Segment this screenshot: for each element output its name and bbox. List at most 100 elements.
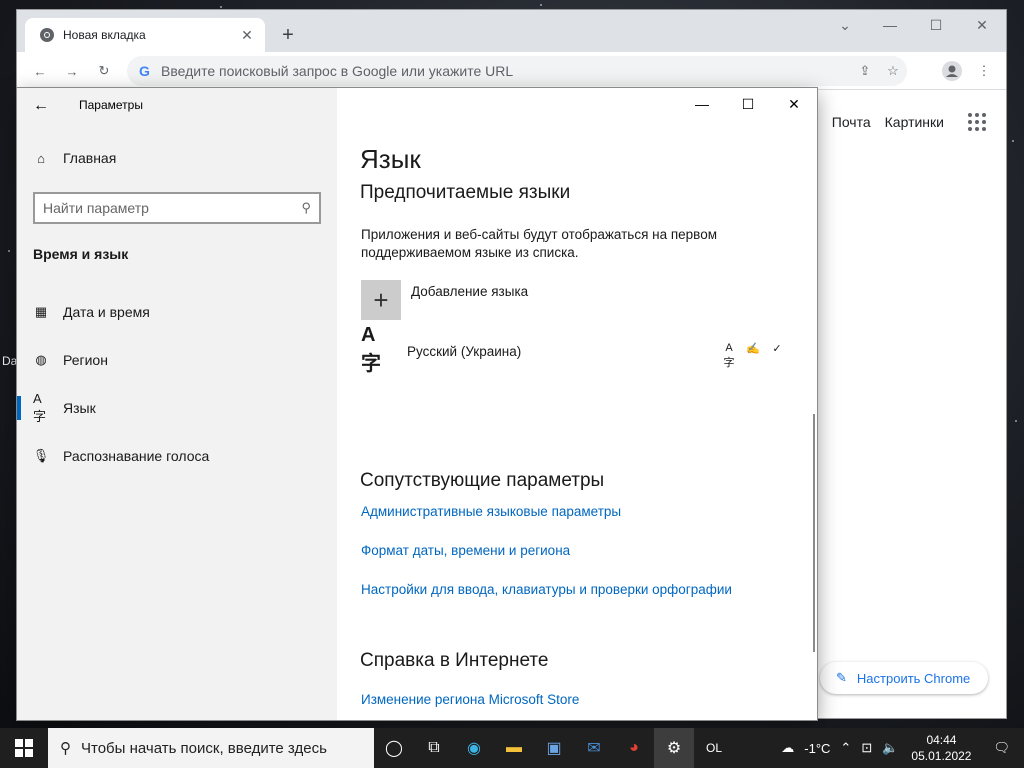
- app-title: Параметры: [79, 98, 143, 112]
- tab-close-icon[interactable]: ✕: [239, 27, 255, 43]
- tab-search-icon[interactable]: ⌄: [822, 10, 868, 40]
- svg-text:G: G: [139, 63, 150, 79]
- share-icon[interactable]: ⇪: [851, 57, 879, 85]
- store-region-link[interactable]: Изменение региона Microsoft Store: [361, 692, 579, 707]
- cortana-icon[interactable]: ◯: [374, 728, 414, 768]
- mail-link[interactable]: Почта: [832, 114, 871, 130]
- add-language-button[interactable]: + Добавление языка: [361, 280, 528, 320]
- handwriting-icon: ✍: [746, 343, 760, 355]
- weather-icon[interactable]: ☁: [776, 740, 799, 756]
- forward-icon[interactable]: →: [59, 58, 85, 84]
- images-link[interactable]: Картинки: [885, 114, 944, 130]
- preferred-languages-title: Предпочитаемые языки: [360, 182, 571, 203]
- scrollbar[interactable]: [813, 414, 815, 652]
- maximize-icon[interactable]: ☐: [913, 10, 959, 40]
- globe-icon: ◍: [35, 352, 47, 367]
- volume-muted-icon[interactable]: 🔈: [877, 740, 903, 756]
- settings-window: ← Параметры ⌂ Главная ⚲ Время и язык ▦ Д…: [17, 88, 817, 720]
- clock-calendar-icon: ▦: [34, 304, 48, 319]
- chrome-toolbar: ← → ↻ G Введите поисковый запрос в Googl…: [17, 52, 1006, 90]
- minimize-icon[interactable]: —: [679, 88, 725, 120]
- sidebar-nav-list: ▦ Дата и время ◍ Регион A字 Язык 🎙 Распоз…: [17, 288, 337, 480]
- omnibox-placeholder: Введите поисковый запрос в Google или ук…: [161, 63, 514, 79]
- language-icon: A字: [361, 324, 381, 375]
- apps-grid-icon[interactable]: [968, 113, 986, 131]
- search-input[interactable]: [43, 200, 302, 216]
- minimize-icon[interactable]: —: [867, 10, 913, 40]
- typing-keyboard-link[interactable]: Настройки для ввода, клавиатуры и провер…: [361, 582, 732, 597]
- settings-content: — ☐ ✕ Язык Предпочитаемые языки Приложен…: [337, 88, 817, 720]
- taskbar-search[interactable]: ⚲ Чтобы начать поиск, введите здесь: [48, 728, 374, 768]
- store-icon[interactable]: ▣: [534, 728, 574, 768]
- section-title: Время и язык: [33, 246, 129, 262]
- language-features: A字 ✍ ✓: [721, 342, 785, 370]
- taskbar: ⚲ Чтобы начать поиск, введите здесь ◯ ⧉ …: [0, 728, 1024, 768]
- search-icon: ⚲: [60, 740, 71, 757]
- omnibox[interactable]: G Введите поисковый запрос в Google или …: [127, 56, 907, 86]
- edge-icon[interactable]: ◉: [454, 728, 494, 768]
- microphone-icon: 🎙: [32, 448, 50, 463]
- page-title: Язык: [360, 144, 421, 174]
- chrome-tab[interactable]: Новая вкладка ✕: [25, 18, 265, 52]
- pencil-icon: ✎: [836, 670, 847, 685]
- chrome-icon[interactable]: ◕: [614, 728, 654, 768]
- notifications-icon[interactable]: 🗨: [979, 740, 1024, 756]
- settings-sidebar: ← Параметры ⌂ Главная ⚲ Время и язык ▦ Д…: [17, 88, 337, 720]
- windows-logo-icon: [15, 739, 33, 757]
- clock-time: 04:44: [926, 733, 957, 747]
- task-view-icon[interactable]: ⧉: [414, 728, 454, 768]
- sidebar-item-home[interactable]: ⌂ Главная: [33, 150, 116, 166]
- add-language-label: Добавление языка: [411, 284, 529, 299]
- close-icon[interactable]: ✕: [771, 88, 817, 120]
- network-icon[interactable]: ⊡: [856, 740, 877, 756]
- clock[interactable]: 04:44 05.01.2022: [903, 732, 979, 764]
- home-label: Главная: [63, 150, 117, 166]
- home-icon: ⌂: [37, 150, 45, 166]
- back-arrow-icon[interactable]: ←: [31, 96, 51, 116]
- close-icon[interactable]: ✕: [959, 10, 1005, 40]
- ime-indicator[interactable]: OL: [694, 728, 734, 768]
- related-settings-title: Сопутствующие параметры: [360, 470, 605, 491]
- settings-search-box[interactable]: ⚲: [33, 192, 321, 224]
- customize-chrome-button[interactable]: ✎ Настроить Chrome: [820, 662, 988, 694]
- sidebar-item-date-time[interactable]: ▦ Дата и время: [17, 288, 337, 336]
- display-language-icon: A字: [723, 342, 735, 369]
- admin-language-link[interactable]: Административные языковые параметры: [361, 504, 621, 519]
- mail-icon[interactable]: ✉: [574, 728, 614, 768]
- spellcheck-icon: ✓: [772, 343, 782, 355]
- sidebar-item-label: Язык: [63, 400, 96, 416]
- menu-dots-icon[interactable]: ⋮: [971, 58, 997, 84]
- sidebar-item-label: Регион: [63, 352, 108, 368]
- start-button[interactable]: [0, 728, 48, 768]
- back-icon[interactable]: ←: [27, 58, 53, 84]
- reload-icon[interactable]: ↻: [91, 58, 117, 84]
- weather-temp[interactable]: -1°C: [799, 741, 835, 756]
- customize-chrome-label: Настроить Chrome: [856, 670, 971, 686]
- settings-gear-icon[interactable]: ⚙: [654, 728, 694, 768]
- date-time-region-link[interactable]: Формат даты, времени и региона: [361, 543, 570, 558]
- new-tab-button[interactable]: +: [275, 22, 301, 48]
- google-icon: G: [139, 63, 150, 79]
- plus-icon: +: [361, 280, 401, 320]
- chevron-up-icon[interactable]: ⌃: [835, 740, 856, 756]
- sidebar-item-speech[interactable]: 🎙 Распознавание голоса: [17, 432, 337, 480]
- sidebar-item-language[interactable]: A字 Язык: [17, 384, 337, 432]
- maximize-icon[interactable]: ☐: [725, 88, 771, 120]
- file-explorer-icon[interactable]: ▬: [494, 728, 534, 768]
- sidebar-item-label: Дата и время: [63, 304, 150, 320]
- language-list-item[interactable]: A字 Русский (Украина) A字 ✍ ✓: [361, 324, 785, 384]
- bookmark-star-icon[interactable]: ☆: [879, 57, 907, 85]
- sidebar-item-label: Распознавание голоса: [63, 448, 210, 464]
- google-header-links: Почта Картинки: [832, 113, 986, 131]
- tab-title: Новая вкладка: [63, 28, 146, 42]
- search-icon: ⚲: [301, 200, 311, 215]
- sidebar-item-region[interactable]: ◍ Регион: [17, 336, 337, 384]
- system-tray: ☁ -1°C ⌃ ⊡ 🔈 04:44 05.01.2022 🗨: [776, 728, 1024, 768]
- help-online-title: Справка в Интернете: [360, 650, 549, 671]
- language-icon: A字: [33, 391, 47, 424]
- language-name: Русский (Украина): [407, 344, 522, 359]
- profile-icon[interactable]: [939, 58, 965, 84]
- desktop-icon-label[interactable]: Da: [2, 354, 17, 368]
- preferred-languages-description: Приложения и веб-сайты будут отображатьс…: [361, 227, 717, 260]
- taskbar-search-placeholder: Чтобы начать поиск, введите здесь: [81, 739, 327, 757]
